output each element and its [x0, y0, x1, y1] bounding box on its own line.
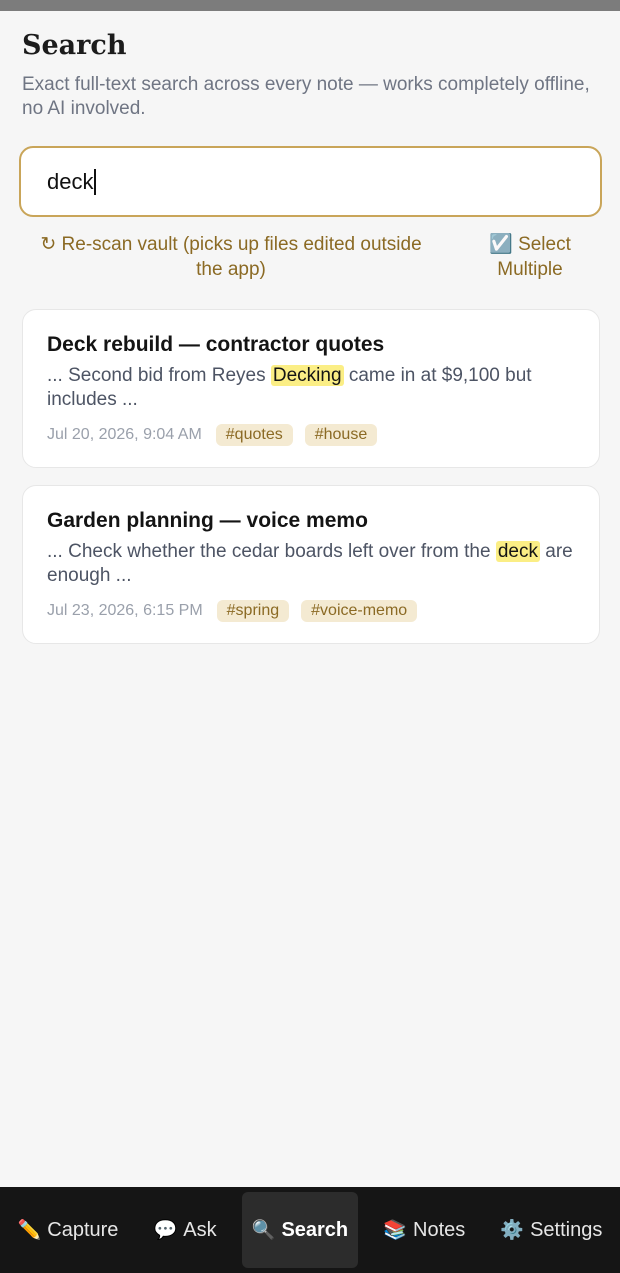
- result-title: Deck rebuild — contractor quotes: [47, 333, 385, 356]
- nav-tab-settings[interactable]: ⚙️ Settings: [490, 1192, 612, 1268]
- search-input[interactable]: deck: [19, 146, 602, 217]
- text-caret: [94, 168, 96, 195]
- tag-chip[interactable]: #voice-memo: [301, 600, 418, 622]
- snippet-text: ... Second bid from Reyes: [47, 365, 271, 386]
- nav-tab-search[interactable]: 🔍 Search: [241, 1192, 359, 1268]
- nav-tab-label: Ask: [183, 1218, 217, 1241]
- rescan-vault-label: Re-scan vault (picks up files edited out…: [61, 234, 422, 280]
- nav-tab-capture[interactable]: ✏️ Capture: [8, 1192, 129, 1268]
- refresh-icon: ↻: [40, 234, 57, 255]
- books-icon: 📚: [383, 1220, 407, 1241]
- search-result-card[interactable]: Deck rebuild — contractor quotes ... Sec…: [22, 309, 600, 468]
- tag-chip[interactable]: #quotes: [215, 424, 293, 446]
- gear-icon: ⚙️: [500, 1220, 525, 1241]
- nav-tab-notes[interactable]: 📚 Notes: [373, 1192, 475, 1268]
- nav-tab-label: Capture: [47, 1218, 119, 1241]
- search-input-value: deck: [47, 168, 94, 194]
- speech-bubble-icon: 💬: [153, 1220, 178, 1241]
- result-date: Jul 23, 2026, 6:15 PM: [47, 602, 203, 619]
- search-result-card[interactable]: Garden planning — voice memo ... Check w…: [22, 485, 600, 644]
- pencil-icon: ✏️: [17, 1220, 42, 1241]
- snippet-text: ... Check whether the cedar boards left …: [47, 541, 496, 562]
- checkbox-icon: ☑️: [489, 234, 513, 255]
- select-multiple-button[interactable]: ☑️ Select Multiple: [470, 232, 590, 282]
- bottom-nav: ✏️ Capture 💬 Ask 🔍 Search 📚 Notes ⚙️ Set…: [0, 1187, 620, 1273]
- nav-tab-label: Notes: [413, 1218, 466, 1241]
- result-meta: Jul 23, 2026, 6:15 PM #spring #voice-mem…: [47, 600, 575, 622]
- result-snippet: ... Second bid from Reyes Decking came i…: [47, 364, 575, 412]
- nav-tab-label: Settings: [530, 1218, 603, 1241]
- match-highlight: deck: [495, 541, 540, 562]
- tag-chip[interactable]: #house: [304, 424, 378, 446]
- result-date: Jul 20, 2026, 9:04 AM: [47, 426, 202, 443]
- match-highlight: Decking: [270, 365, 344, 386]
- result-snippet: ... Check whether the cedar boards left …: [47, 540, 575, 588]
- magnifier-icon: 🔍: [251, 1220, 276, 1241]
- tag-chip[interactable]: #spring: [216, 600, 290, 622]
- page-title: Search: [22, 30, 127, 61]
- status-bar: [0, 0, 620, 11]
- result-title: Garden planning — voice memo: [47, 509, 368, 532]
- nav-tab-label: Search: [281, 1218, 349, 1241]
- rescan-vault-button[interactable]: ↻ Re-scan vault (picks up files edited o…: [26, 232, 436, 282]
- result-meta: Jul 20, 2026, 9:04 AM #quotes #house: [47, 424, 575, 446]
- nav-tab-ask[interactable]: 💬 Ask: [144, 1192, 227, 1268]
- page-subtitle: Exact full-text search across every note…: [22, 74, 590, 119]
